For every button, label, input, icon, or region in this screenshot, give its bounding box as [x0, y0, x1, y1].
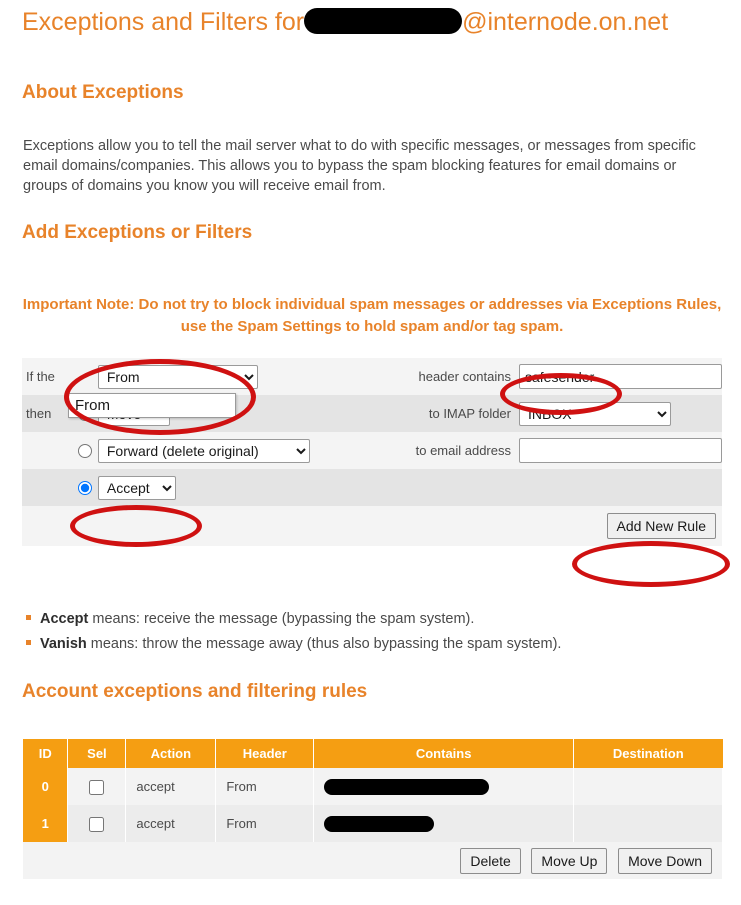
rule-destination-cell [573, 805, 723, 842]
forward-row-label-spacer [22, 432, 73, 469]
column-header-sel: Sel [67, 739, 127, 768]
form-row-forward: Forward (delete original) to email addre… [22, 432, 722, 469]
header-select-open-option[interactable]: From [75, 397, 110, 414]
rule-select-checkbox[interactable] [89, 779, 105, 795]
header-field-select[interactable]: From [97, 364, 258, 389]
page-title-prefix: Exceptions and Filters for [22, 8, 305, 36]
if-the-label: If the [26, 369, 55, 384]
imap-folder-select[interactable]: INBOX [519, 401, 671, 426]
table-row: 0 accept From [23, 768, 723, 805]
header-select-open-option-list[interactable]: From [68, 393, 236, 418]
header-contains-input[interactable] [519, 364, 722, 389]
rule-contains-cell [313, 805, 575, 842]
table-footer-row: Delete Move Up Move Down [23, 842, 723, 879]
accept-action-radio[interactable] [78, 481, 93, 496]
rule-builder-form: If the From header contains then [22, 358, 722, 546]
annotation-highlight-add-new-rule [572, 541, 730, 587]
column-header-header: Header [215, 739, 315, 768]
move-up-button[interactable]: Move Up [531, 847, 608, 874]
bullet-text: means: throw the message away (thus also… [86, 636, 562, 652]
redacted-contains-value [324, 778, 490, 795]
rule-header-cell: From [215, 805, 315, 842]
forward-action-select[interactable]: Forward (delete original) [97, 438, 310, 463]
add-new-rule-button[interactable]: Add New Rule [606, 513, 716, 539]
bullet-dot-icon [26, 640, 31, 645]
rule-select-checkbox[interactable] [89, 816, 105, 832]
bullet-text: means: receive the message (bypassing th… [88, 611, 475, 627]
imap-select-cell: INBOX [519, 395, 722, 432]
about-exceptions-paragraph: Exceptions allow you to tell the mail se… [23, 138, 696, 194]
rule-select-cell [67, 805, 127, 842]
redacted-account-name [304, 8, 463, 35]
rule-id-cell: 1 [23, 805, 69, 842]
account-rules-table: ID Sel Action Header Contains Destinatio… [23, 739, 723, 879]
accept-radio-cell [73, 469, 98, 506]
accept-row-label-spacer [22, 469, 73, 506]
account-rules-heading: Account exceptions and filtering rules [22, 681, 368, 702]
accept-action-select[interactable]: Accept [97, 475, 176, 500]
rule-action-cell: accept [125, 805, 217, 842]
email-input-cell [519, 432, 722, 469]
condition-radio-spacer [73, 358, 98, 395]
bullet-term: Accept [40, 611, 89, 627]
rule-contains-cell [313, 768, 575, 805]
bullet-dot-icon [26, 615, 31, 620]
redacted-contains-value [324, 815, 435, 832]
page-title: Exceptions and Filters for @internode.on.… [22, 8, 668, 37]
column-header-contains: Contains [313, 739, 575, 768]
forward-email-address-input[interactable] [519, 438, 722, 463]
table-actions-cell: Delete Move Up Move Down [23, 842, 723, 879]
action-meaning-list: Accept means: receive the message (bypas… [26, 607, 561, 657]
email-address-label: to email address [415, 443, 511, 458]
header-select-cell: From [97, 358, 393, 395]
list-item: Vanish means: throw the message away (th… [26, 632, 561, 657]
list-item: Accept means: receive the message (bypas… [26, 607, 561, 632]
important-note: Important Note: Do not try to block indi… [22, 296, 722, 335]
column-header-action: Action [125, 739, 217, 768]
accept-select-cell: Accept [97, 469, 393, 506]
delete-button[interactable]: Delete [460, 847, 521, 874]
form-row-accept: Accept [22, 469, 722, 506]
add-new-rule-cell: Add New Rule [22, 506, 722, 546]
form-row-condition: If the From header contains [22, 358, 722, 395]
column-header-id: ID [23, 739, 69, 768]
rule-destination-cell [573, 768, 723, 805]
rule-header-cell: From [215, 768, 315, 805]
add-exceptions-heading: Add Exceptions or Filters [22, 222, 253, 243]
table-header-row: ID Sel Action Header Contains Destinatio… [23, 739, 723, 768]
forward-select-cell: Forward (delete original) [97, 432, 393, 469]
rule-id-cell: 0 [23, 768, 69, 805]
column-header-destination: Destination [573, 739, 723, 768]
form-row-submit: Add New Rule [22, 506, 722, 546]
rule-select-cell [67, 768, 127, 805]
exceptions-and-filters-page: Exceptions and Filters for @internode.on.… [0, 0, 741, 905]
then-label: then [26, 406, 52, 421]
forward-action-radio[interactable] [78, 444, 93, 459]
rule-action-cell: accept [125, 768, 217, 805]
forward-radio-cell [73, 432, 98, 469]
table-row: 1 accept From [23, 805, 723, 842]
contains-input-cell [519, 358, 722, 395]
move-down-button[interactable]: Move Down [618, 847, 712, 874]
header-contains-label: header contains [418, 369, 511, 384]
accept-row-right-label-spacer [392, 469, 519, 506]
bullet-term: Vanish [40, 636, 87, 652]
imap-folder-label: to IMAP folder [428, 406, 511, 421]
accept-row-right-spacer [519, 469, 722, 506]
about-exceptions-heading: About Exceptions [22, 82, 184, 103]
page-title-suffix: @internode.on.net [462, 8, 669, 36]
